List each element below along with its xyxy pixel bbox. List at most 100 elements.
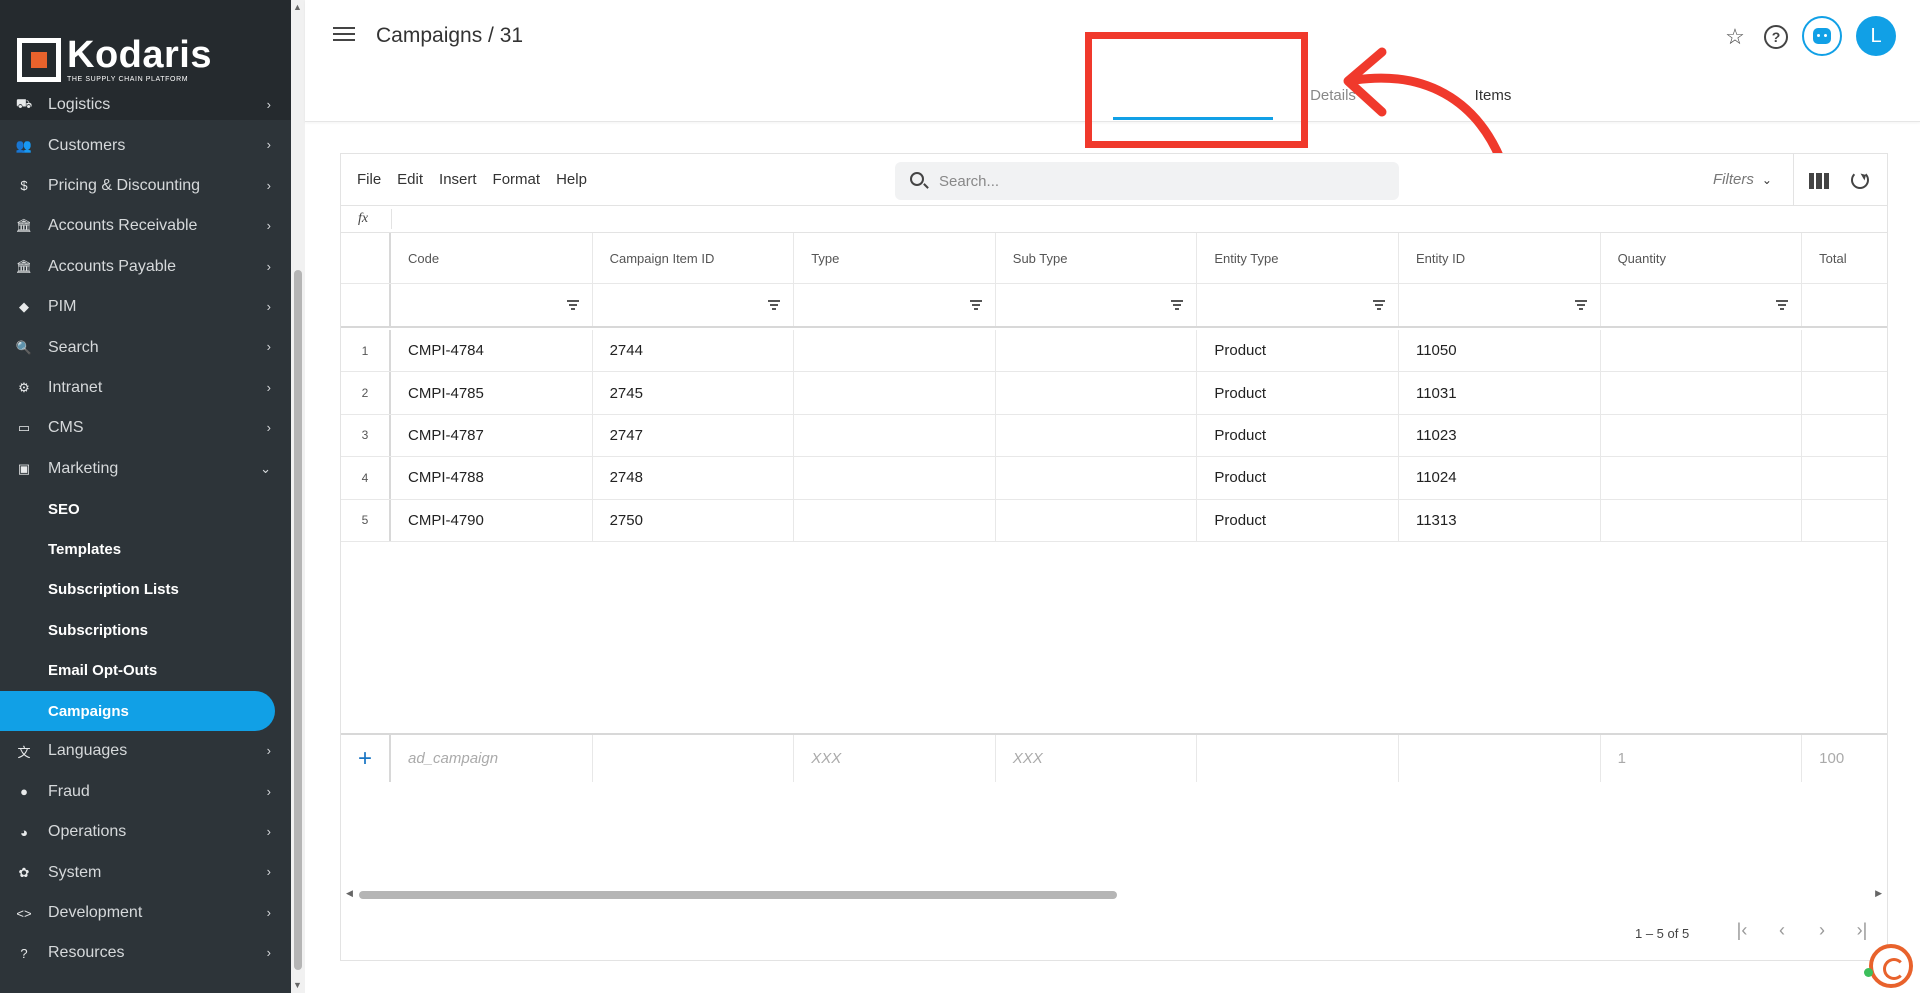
filter-icon[interactable] (1776, 300, 1789, 312)
menu-help[interactable]: Help (556, 171, 587, 188)
sidebar-item-operations[interactable]: ◕ Operations › (0, 812, 291, 852)
new-row-input[interactable]: XXX (996, 735, 1198, 782)
table-cell[interactable]: 2745 (593, 372, 795, 414)
table-cell[interactable] (794, 457, 996, 499)
table-row[interactable]: 1 CMPI-4784 2744 Product 11050 (341, 330, 1887, 373)
table-cell[interactable] (996, 457, 1198, 499)
sidebar-item-development[interactable]: <> Development › (0, 893, 291, 933)
filter-icon[interactable] (768, 300, 781, 312)
table-cell[interactable] (1601, 457, 1803, 499)
column-filter-cell[interactable] (1399, 284, 1601, 326)
first-page-icon[interactable]: |‹ (1730, 920, 1754, 941)
sidebar-item-customers[interactable]: 👥 Customers › (0, 125, 291, 165)
table-cell[interactable]: CMPI-4784 (391, 330, 593, 372)
filter-icon[interactable] (1574, 300, 1587, 312)
table-cell[interactable] (1802, 500, 1886, 541)
sidebar-item-fraud[interactable]: ● Fraud › (0, 772, 291, 812)
table-cell[interactable] (794, 499, 996, 541)
hamburger-menu-icon[interactable] (333, 24, 355, 44)
column-filter-cell[interactable] (391, 284, 593, 326)
kodaris-logo[interactable]: Kodaris THE SUPPLY CHAIN PLATFORM (17, 36, 212, 83)
sidebar-item-marketing[interactable]: ▣ Marketing ⌄ (0, 449, 291, 489)
table-cell[interactable]: CMPI-4790 (391, 499, 593, 541)
sidebar-item-pim[interactable]: ◆ PIM › (0, 287, 291, 327)
table-cell[interactable] (1802, 372, 1886, 413)
table-cell[interactable]: CMPI-4788 (391, 457, 593, 499)
help-icon[interactable]: ? (1764, 25, 1788, 49)
new-row-input[interactable]: 1 (1601, 735, 1803, 782)
column-filter-cell[interactable] (996, 284, 1198, 326)
sidebar-subitem-subscriptions[interactable]: Subscriptions (0, 610, 291, 650)
table-cell[interactable]: 2744 (593, 330, 795, 372)
new-row-input[interactable]: XXX (794, 735, 996, 782)
new-row-input[interactable]: ad_campaign (391, 735, 593, 782)
table-cell[interactable] (1802, 415, 1886, 456)
sidebar-item-accounts-payable[interactable]: 🏛 Accounts Payable › (0, 247, 291, 287)
table-cell[interactable]: Product (1197, 499, 1399, 541)
star-icon[interactable]: ☆ (1723, 24, 1747, 49)
filters-dropdown[interactable]: Filters ⌄ (1713, 171, 1772, 188)
sidebar-subitem-seo[interactable]: SEO (0, 489, 291, 529)
filter-icon[interactable] (566, 300, 579, 312)
sidebar-item-system[interactable]: ✿ System › (0, 852, 291, 892)
horizontal-scroll-thumb[interactable] (359, 891, 1117, 899)
table-cell[interactable] (1601, 372, 1803, 414)
table-cell[interactable] (1601, 330, 1803, 372)
sidebar-item-cms[interactable]: ▭ CMS › (0, 408, 291, 448)
filter-icon[interactable] (1372, 300, 1385, 312)
new-row-input[interactable] (1197, 735, 1399, 782)
sidebar-scroll-thumb[interactable] (294, 270, 302, 970)
sidebar-subitem-campaigns[interactable]: Campaigns (0, 690, 275, 732)
next-page-icon[interactable]: › (1810, 920, 1834, 941)
table-cell[interactable]: 11023 (1399, 414, 1601, 457)
column-header[interactable]: Entity Type (1197, 233, 1399, 283)
grid-search-input[interactable] (939, 162, 1379, 200)
menu-insert[interactable]: Insert (439, 171, 477, 188)
prev-page-icon[interactable]: ‹ (1770, 920, 1794, 941)
table-row[interactable]: 5 CMPI-4790 2750 Product 11313 (341, 499, 1887, 542)
menu-edit[interactable]: Edit (397, 171, 423, 188)
sidebar-item-logistics[interactable]: ⛟ Logistics › (0, 85, 291, 125)
column-header[interactable]: Total (1802, 233, 1886, 283)
table-cell[interactable]: Product (1197, 372, 1399, 414)
column-filter-cell[interactable] (794, 284, 996, 326)
sidebar-item-search[interactable]: 🔍 Search › (0, 327, 291, 367)
table-cell[interactable] (794, 414, 996, 457)
user-avatar[interactable]: L (1856, 16, 1896, 56)
table-cell[interactable]: 11313 (1399, 499, 1601, 541)
sidebar-item-resources[interactable]: ? Resources › (0, 933, 291, 973)
table-cell[interactable]: Product (1197, 330, 1399, 372)
menu-file[interactable]: File (357, 171, 381, 188)
table-cell[interactable] (996, 499, 1198, 541)
new-row-input[interactable]: 100 (1802, 735, 1886, 782)
column-filter-cell[interactable] (1197, 284, 1399, 326)
table-cell[interactable]: 2748 (593, 457, 795, 499)
filter-icon[interactable] (1171, 300, 1184, 312)
table-cell[interactable]: Product (1197, 414, 1399, 457)
add-row-icon[interactable]: + (341, 735, 391, 782)
table-cell[interactable] (1802, 330, 1886, 371)
column-filter-cell[interactable] (593, 284, 795, 326)
column-filter-cell[interactable] (1802, 284, 1886, 326)
table-cell[interactable]: CMPI-4787 (391, 414, 593, 457)
table-cell[interactable]: 11031 (1399, 372, 1601, 414)
column-header[interactable]: Entity ID (1399, 233, 1601, 283)
table-cell[interactable] (794, 372, 996, 414)
table-cell[interactable] (1601, 499, 1803, 541)
refresh-icon[interactable] (1851, 171, 1869, 189)
column-filter-cell[interactable] (1601, 284, 1803, 326)
sidebar-subitem-email-opt-outs[interactable]: Email Opt-Outs (0, 650, 291, 690)
menu-format[interactable]: Format (493, 171, 541, 188)
sidebar-item-pricing-discounting[interactable]: $ Pricing & Discounting › (0, 166, 291, 206)
sidebar-scrollbar[interactable]: ▲ ▼ (291, 0, 305, 993)
column-header[interactable]: Code (391, 233, 593, 283)
new-row-input[interactable] (1399, 735, 1601, 782)
sidebar-item-languages[interactable]: 文 Languages › (0, 731, 291, 771)
table-cell[interactable]: 2750 (593, 499, 795, 541)
column-header[interactable]: Quantity (1601, 233, 1803, 283)
table-cell[interactable] (996, 372, 1198, 414)
table-cell[interactable]: 11024 (1399, 457, 1601, 499)
sidebar-item-intranet[interactable]: ⚙ Intranet › (0, 368, 291, 408)
table-cell[interactable] (996, 414, 1198, 457)
last-page-icon[interactable]: ›| (1850, 920, 1874, 941)
